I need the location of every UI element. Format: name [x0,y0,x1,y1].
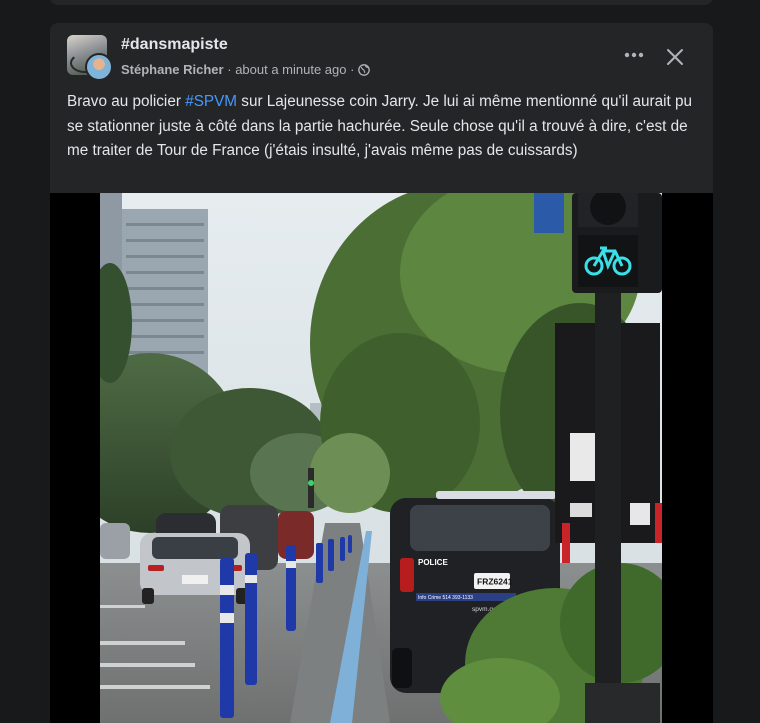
post-text: Bravo au policier #SPVM sur Lajeunesse c… [67,90,697,164]
globe-icon[interactable] [358,64,370,79]
post-photo[interactable]: POLICE FRZ6241 Info Crime 514 393-1133 s… [100,193,662,723]
hashtag-link[interactable]: #SPVM [185,93,237,110]
meta-separator: · [350,62,355,77]
meta-separator: · [227,62,232,77]
previous-post-card [50,0,713,5]
group-avatar[interactable] [67,35,113,81]
post-text-part: Bravo au policier [67,93,186,110]
license-plate: FRZ6241 [477,577,513,587]
police-label: POLICE [418,558,448,567]
author-name[interactable]: Stéphane Richer [121,62,224,77]
author-avatar[interactable] [85,53,113,81]
post-meta: Stéphane Richer · about a minute ago · [121,62,370,79]
group-name[interactable]: #dansmapiste [121,36,228,54]
post-media[interactable]: POLICE FRZ6241 Info Crime 514 393-1133 s… [50,193,713,723]
post-header: #dansmapiste Stéphane Richer · about a m… [50,23,713,83]
post-timestamp[interactable]: about a minute ago [235,62,346,77]
info-crime-label: Info Crime 514 393-1133 [418,595,473,601]
more-options-icon[interactable] [620,43,648,67]
close-icon[interactable] [661,43,689,71]
post-card: #dansmapiste Stéphane Richer · about a m… [50,23,713,723]
